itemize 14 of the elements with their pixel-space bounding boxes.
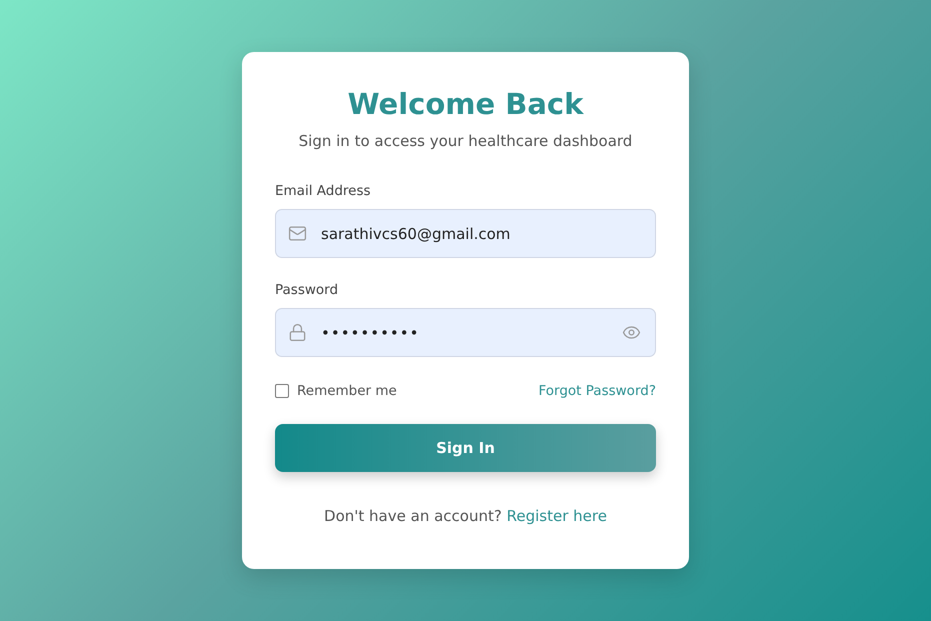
field-label: Password	[275, 282, 338, 298]
email-field[interactable]: sarathivcs60@gmail.com	[275, 209, 656, 258]
field-label: Email Address	[275, 183, 371, 199]
lock-icon	[288, 323, 307, 342]
card-subtitle: Sign in to access your healthcare dashboard	[298, 132, 632, 150]
sign-in-button[interactable]: Sign In	[275, 424, 656, 472]
password-field[interactable]: ••••••••••	[275, 308, 656, 357]
card-title: Welcome Back	[346, 86, 585, 123]
mail-icon	[288, 224, 307, 243]
forgot-password-link[interactable]: Forgot Password?	[538, 383, 656, 399]
checkbox[interactable]	[275, 384, 289, 398]
remember-label: Remember me	[297, 383, 397, 399]
register-prompt: Don't have an account? Register here	[324, 507, 607, 525]
register-link[interactable]: Register here	[506, 507, 607, 525]
